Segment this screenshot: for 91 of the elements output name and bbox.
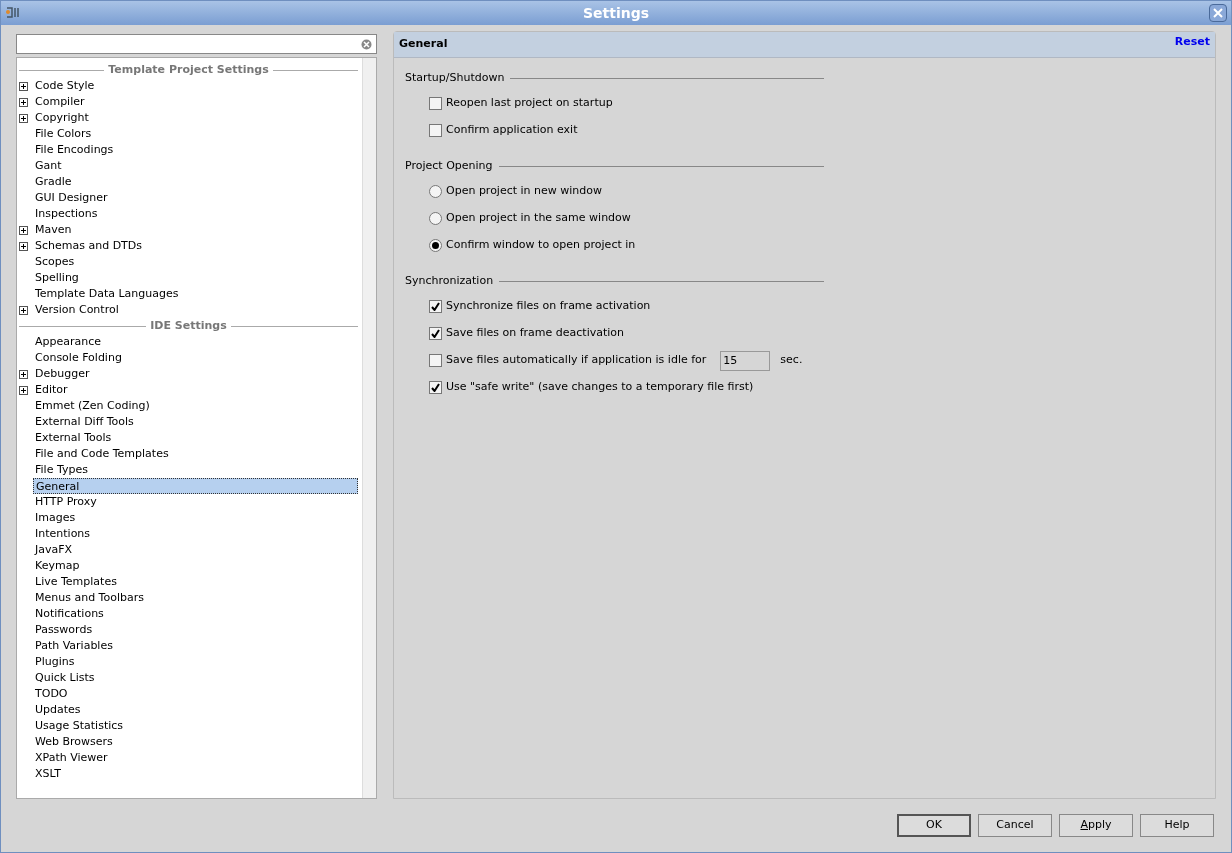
checkbox[interactable]: [429, 354, 442, 367]
tree-item[interactable]: Plugins: [33, 654, 358, 670]
tree-item[interactable]: Inspections: [33, 206, 358, 222]
search-field[interactable]: [16, 34, 377, 54]
checkmark-icon: [431, 302, 440, 311]
tree-item[interactable]: Passwords: [33, 622, 358, 638]
tree-item[interactable]: External Tools: [33, 430, 358, 446]
tree-item[interactable]: XSLT: [33, 766, 358, 782]
tree-item[interactable]: File and Code Templates: [33, 446, 358, 462]
option-label: Open project in new window: [446, 183, 603, 200]
section-header: IDE Settings: [150, 317, 227, 334]
tree-item[interactable]: Usage Statistics: [33, 718, 358, 734]
tree-item[interactable]: Template Data Languages: [33, 286, 358, 302]
group-title: Startup/Shutdown: [405, 69, 505, 86]
tree-item[interactable]: Debugger: [33, 366, 358, 382]
expand-icon[interactable]: [19, 305, 28, 315]
tree-item[interactable]: File Colors: [33, 126, 358, 142]
tree-item[interactable]: File Types: [33, 462, 358, 478]
group-title: Project Opening: [405, 157, 493, 174]
tree-item[interactable]: JavaFX: [33, 542, 358, 558]
tree-item[interactable]: Gradle: [33, 174, 358, 190]
option-label: Confirm application exit: [446, 122, 578, 139]
tree-item[interactable]: Live Templates: [33, 574, 358, 590]
tree-item[interactable]: Updates: [33, 702, 358, 718]
tree-item[interactable]: Web Browsers: [33, 734, 358, 750]
option-label: Confirm window to open project in: [446, 237, 636, 254]
checkbox[interactable]: [429, 327, 442, 340]
expand-icon[interactable]: [19, 385, 28, 395]
checkbox[interactable]: [429, 97, 442, 110]
window-title: Settings: [582, 3, 650, 23]
option-label: Save files automatically if application is idle for: [446, 352, 707, 369]
expand-icon[interactable]: [19, 113, 28, 123]
checkmark-icon: [431, 383, 440, 392]
close-button[interactable]: [1209, 4, 1227, 22]
expand-icon[interactable]: [19, 81, 28, 91]
tree-item[interactable]: Maven: [33, 222, 358, 238]
radio-button[interactable]: [429, 185, 442, 198]
tree-item[interactable]: Menus and Toolbars: [33, 590, 358, 606]
unit-label: sec.: [780, 352, 803, 369]
radio-button[interactable]: [429, 212, 442, 225]
tree-item[interactable]: General: [33, 478, 358, 494]
option-label: Reopen last project on startup: [446, 95, 613, 112]
tree-item[interactable]: Notifications: [33, 606, 358, 622]
tree-item[interactable]: Compiler: [33, 94, 358, 110]
dialog-button[interactable]: Help: [1140, 814, 1214, 837]
tree-item[interactable]: HTTP Proxy: [33, 494, 358, 510]
dialog-button[interactable]: Apply: [1059, 814, 1133, 837]
panel-title: General: [399, 36, 448, 52]
tree-item[interactable]: XPath Viewer: [33, 750, 358, 766]
tree-item[interactable]: Editor: [33, 382, 358, 398]
tree-item[interactable]: File Encodings: [33, 142, 358, 158]
tree-item[interactable]: Spelling: [33, 270, 358, 286]
tree-item[interactable]: Gant: [33, 158, 358, 174]
tree-item[interactable]: GUI Designer: [33, 190, 358, 206]
checkbox[interactable]: [429, 124, 442, 137]
group-title: Synchronization: [405, 272, 494, 289]
tree-item[interactable]: TODO: [33, 686, 358, 702]
tree-item[interactable]: Scopes: [33, 254, 358, 270]
idle-seconds-field[interactable]: 15: [720, 350, 771, 371]
radio-button[interactable]: [429, 239, 442, 252]
checkbox[interactable]: [429, 300, 442, 313]
reset-link[interactable]: Reset: [1174, 34, 1210, 51]
tree-item[interactable]: External Diff Tools: [33, 414, 358, 430]
expand-icon[interactable]: [19, 225, 28, 235]
tree-item[interactable]: Keymap: [33, 558, 358, 574]
expand-icon[interactable]: [19, 369, 28, 379]
app-logo-icon: [5, 6, 21, 20]
option-label: Save files on frame deactivation: [446, 325, 625, 342]
tree-item[interactable]: Emmet (Zen Coding): [33, 398, 358, 414]
checkbox[interactable]: [429, 381, 442, 394]
dialog-button[interactable]: OK: [897, 814, 971, 837]
clear-icon: [361, 38, 372, 50]
tree-item[interactable]: Images: [33, 510, 358, 526]
dialog-button[interactable]: Cancel: [978, 814, 1052, 837]
tree-item[interactable]: Copyright: [33, 110, 358, 126]
tree-item[interactable]: Version Control: [33, 302, 358, 318]
option-label: Synchronize files on frame activation: [446, 298, 651, 315]
checkmark-icon: [431, 329, 440, 338]
tree-item[interactable]: Path Variables: [33, 638, 358, 654]
close-icon: [1213, 8, 1223, 18]
expand-icon[interactable]: [19, 241, 28, 251]
option-label: Open project in the same window: [446, 210, 631, 227]
tree-item[interactable]: Code Style: [33, 78, 358, 94]
expand-icon[interactable]: [19, 97, 28, 107]
tree-item[interactable]: Quick Lists: [33, 670, 358, 686]
tree-item[interactable]: Intentions: [33, 526, 358, 542]
option-label: Use "safe write" (save changes to a temporary file first): [446, 379, 754, 396]
tree-item[interactable]: Console Folding: [33, 350, 358, 366]
tree-item[interactable]: Appearance: [33, 334, 358, 350]
section-header: Template Project Settings: [108, 61, 269, 78]
tree-item[interactable]: Schemas and DTDs: [33, 238, 358, 254]
